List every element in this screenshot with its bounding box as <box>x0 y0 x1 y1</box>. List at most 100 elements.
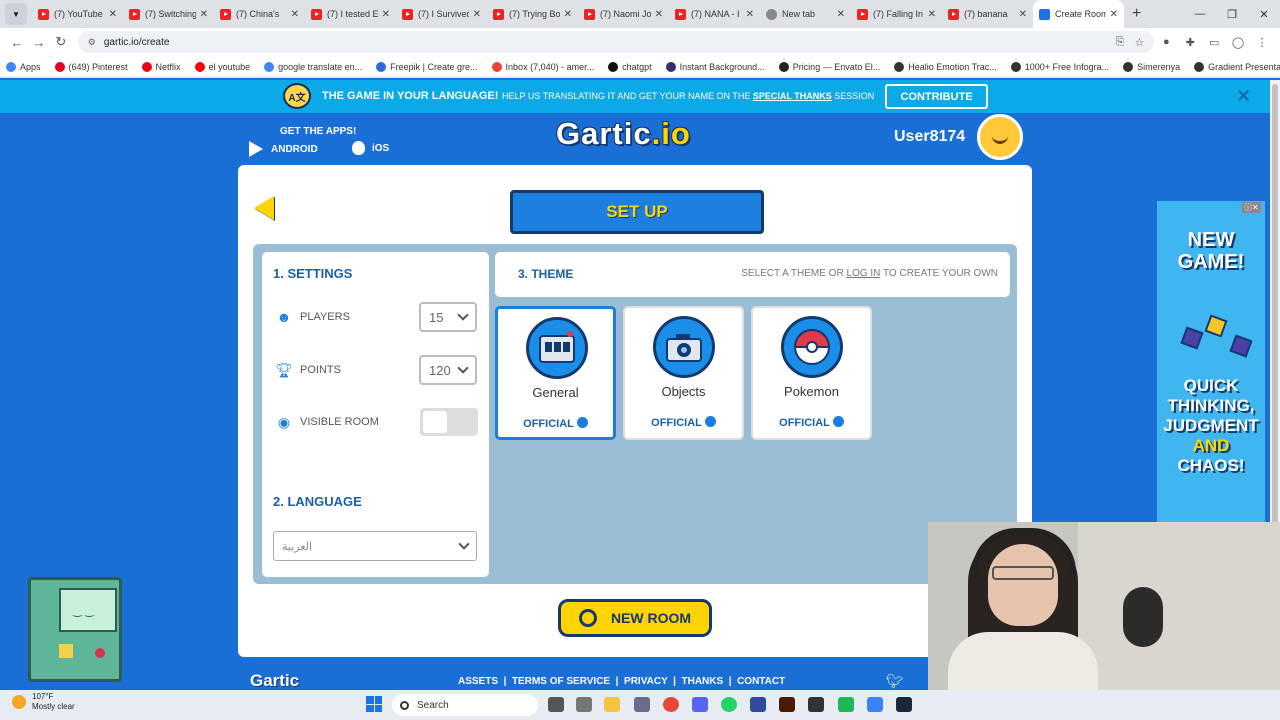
browser-tab[interactable]: (7) Switching ✕ <box>123 0 214 28</box>
site-info-icon[interactable]: ⚙ <box>88 37 96 48</box>
ios-app-link[interactable]: iOS <box>352 141 389 155</box>
close-tab-icon[interactable]: ✕ <box>837 9 845 20</box>
language-select[interactable]: العربية <box>273 531 477 561</box>
grammarly-extension-icon[interactable]: ● <box>1154 36 1178 48</box>
players-select[interactable]: 15 <box>419 302 477 332</box>
footer-link-terms[interactable]: TERMS OF SERVICE <box>512 676 610 687</box>
task-view-icon[interactable] <box>548 697 564 712</box>
bookmark-item[interactable]: Inbox (7,040) - amer... <box>491 61 594 72</box>
footer-link-thanks[interactable]: THANKS <box>681 676 723 687</box>
avatar[interactable] <box>977 114 1023 160</box>
file-explorer-icon[interactable] <box>604 697 620 712</box>
username[interactable]: User8174 <box>894 128 965 146</box>
browser-tab[interactable]: (7) China's ✕ <box>214 0 305 28</box>
bookmark-item[interactable]: el youtube <box>194 61 250 72</box>
ad-close-icon[interactable]: ⓘ✕ <box>1242 202 1261 213</box>
close-window-button[interactable]: ✕ <box>1248 0 1280 28</box>
trophy-icon: 🏆︎ <box>275 361 293 378</box>
android-app-link[interactable]: ANDROID <box>249 141 318 157</box>
tab-search-button[interactable]: ▾ <box>5 3 27 25</box>
bookmark-item[interactable]: (649) Pinterest <box>54 61 128 72</box>
browser-tab[interactable]: (7) Naomi Jo ✕ <box>578 0 669 28</box>
visible-room-toggle[interactable] <box>420 408 478 436</box>
browser-menu-icon[interactable]: ⋮ <box>1250 36 1274 49</box>
close-tab-icon[interactable]: ✕ <box>382 9 390 20</box>
store-icon[interactable] <box>634 697 650 712</box>
new-room-button[interactable]: NEW ROOM <box>558 599 712 637</box>
close-tab-icon[interactable]: ✕ <box>564 9 572 20</box>
sidebar-icon[interactable]: ▭ <box>1202 36 1226 49</box>
close-tab-icon[interactable]: ✕ <box>1019 9 1027 20</box>
browser-tab[interactable]: (7) I tested E ✕ <box>305 0 396 28</box>
close-tab-icon[interactable]: ✕ <box>1110 9 1118 20</box>
bookmark-item[interactable]: chatgpt <box>608 61 652 72</box>
theme-card-pokemon[interactable]: Pokemon OFFICIAL <box>751 306 872 440</box>
close-tab-icon[interactable]: ✕ <box>746 9 754 20</box>
footer-link-contact[interactable]: CONTACT <box>737 676 785 687</box>
bookmark-star-icon[interactable]: ☆ <box>1134 36 1144 49</box>
bookmark-item[interactable]: Gradient Presentati... <box>1194 61 1280 72</box>
chrome-icon[interactable] <box>663 697 679 712</box>
gartic-logo[interactable]: Gartic.io <box>556 116 691 152</box>
special-thanks-link[interactable]: SPECIAL THANKS <box>753 91 832 101</box>
epic-games-icon[interactable] <box>808 697 824 712</box>
close-tab-icon[interactable]: ✕ <box>655 9 663 20</box>
footer-logo[interactable]: Gartic <box>250 671 299 691</box>
weather-widget[interactable]: 107°F Mostly clear <box>12 692 75 712</box>
footer-link-privacy[interactable]: PRIVACY <box>624 676 668 687</box>
theme-card-objects[interactable]: Objects OFFICIAL <box>623 306 744 440</box>
twitter-icon[interactable]: 🐦︎ <box>886 673 904 690</box>
advertisement[interactable]: NEW GAME! QUICK THINKING, JUDGMENT AND CHA… <box>1157 201 1265 523</box>
new-tab-button[interactable]: + <box>1132 5 1141 23</box>
forward-arrow-icon[interactable]: → <box>28 35 50 50</box>
bookmark-item[interactable]: Instant Background... <box>665 61 765 72</box>
profile-icon[interactable]: ◯ <box>1226 36 1250 49</box>
photoshop-icon[interactable] <box>750 697 766 712</box>
reload-icon[interactable]: ↻ <box>50 34 72 50</box>
address-bar[interactable]: ⚙ gartic.io/create ⎘ ☆ <box>77 31 1155 53</box>
install-app-icon[interactable]: ⎘ <box>1116 36 1125 49</box>
browser-tab[interactable]: (7) YouTube ✕ <box>32 0 123 28</box>
whatsapp-icon[interactable] <box>721 697 737 712</box>
points-select[interactable]: 120 <box>419 355 477 385</box>
contribute-button[interactable]: CONTRIBUTE <box>885 84 988 109</box>
banner-close-icon[interactable]: ✕ <box>1236 86 1251 107</box>
back-arrow-icon[interactable] <box>254 196 274 220</box>
temperature: 107°F <box>32 692 54 701</box>
bookmark-item[interactable]: Pricing — Envato El... <box>778 61 880 72</box>
browser-tab[interactable]: New tab ✕ <box>760 0 851 28</box>
illustrator-icon[interactable] <box>779 697 795 712</box>
login-link[interactable]: LOG IN <box>846 268 880 279</box>
minimize-button[interactable]: — <box>1184 0 1216 28</box>
close-tab-icon[interactable]: ✕ <box>200 9 208 20</box>
discord-icon[interactable] <box>692 697 708 712</box>
settings-icon[interactable] <box>576 697 592 712</box>
bookmark-item[interactable]: Netflix <box>141 61 181 72</box>
bookmark-item[interactable]: 1000+ Free Infogra... <box>1010 61 1109 72</box>
bookmark-item[interactable]: Freepik | Create gre... <box>376 61 478 72</box>
app-icon[interactable] <box>867 697 883 712</box>
bookmark-item[interactable]: Healio Emotion Trac... <box>894 61 997 72</box>
footer-link-assets[interactable]: ASSETS <box>458 676 498 687</box>
maximize-button[interactable]: ❐ <box>1216 0 1248 28</box>
app-icon[interactable] <box>838 697 854 712</box>
theme-card-general[interactable]: General OFFICIAL <box>495 306 616 440</box>
close-tab-icon[interactable]: ✕ <box>473 9 481 20</box>
browser-tab[interactable]: (7) banana ✕ <box>942 0 1033 28</box>
bookmark-item[interactable]: google translate en... <box>264 61 362 72</box>
back-arrow-icon[interactable]: ← <box>6 35 28 50</box>
bookmark-item[interactable]: Apps <box>6 61 41 72</box>
extensions-icon[interactable]: ✚ <box>1178 36 1202 49</box>
bookmark-item[interactable]: Simerenya <box>1123 61 1180 72</box>
close-tab-icon[interactable]: ✕ <box>928 9 936 20</box>
browser-tab[interactable]: (7) Trying Bo ✕ <box>487 0 578 28</box>
taskbar-search[interactable]: Search <box>392 694 538 716</box>
browser-tab[interactable]: Create Room ✕ <box>1033 0 1124 28</box>
close-tab-icon[interactable]: ✕ <box>291 9 299 20</box>
browser-tab[interactable]: (7) I Survived ✕ <box>396 0 487 28</box>
close-tab-icon[interactable]: ✕ <box>109 9 117 20</box>
browser-tab[interactable]: (7) Falling In ✕ <box>851 0 942 28</box>
steam-icon[interactable] <box>896 697 912 712</box>
browser-tab[interactable]: (7) NANA - I ✕ <box>669 0 760 28</box>
windows-start-icon[interactable] <box>366 696 382 712</box>
